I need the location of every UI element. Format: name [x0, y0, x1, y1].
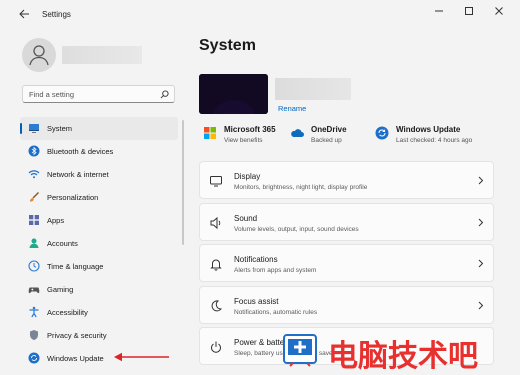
card-subtitle: Monitors, brightness, night light, displ… — [234, 184, 368, 191]
sidebar-item-system[interactable]: System — [20, 117, 178, 140]
sidebar-nav: System Bluetooth & devices Network & int… — [20, 117, 178, 370]
onedrive-cloud-icon — [290, 126, 304, 140]
sidebar-item-time-language[interactable]: Time & language — [20, 255, 178, 278]
sidebar-item-label: Network & internet — [47, 170, 109, 179]
monitor-icon — [28, 122, 40, 134]
status-microsoft-365[interactable]: Microsoft 365 View benefits — [203, 124, 283, 150]
status-windows-update[interactable]: Windows Update Last checked: 4 hours ago — [375, 124, 493, 150]
microsoft-365-icon — [203, 126, 217, 140]
card-focus-assist[interactable]: Focus assist Notifications, automatic ru… — [199, 285, 494, 324]
status-subtitle: View benefits — [224, 137, 263, 144]
sidebar-item-label: Apps — [47, 216, 65, 225]
shield-icon — [28, 329, 40, 341]
sidebar-item-privacy-security[interactable]: Privacy & security — [20, 324, 178, 347]
sidebar-item-label: System — [47, 124, 73, 133]
chevron-right-icon — [478, 259, 484, 268]
sidebar-item-personalization[interactable]: Personalization — [20, 186, 178, 209]
bloom-wallpaper-icon — [199, 74, 268, 114]
bell-icon — [209, 257, 223, 271]
close-button[interactable] — [486, 6, 512, 22]
settings-window: Settings Find a setting System Bluetooth… — [0, 0, 520, 375]
card-title: Focus assist — [234, 296, 279, 306]
display-icon — [209, 174, 223, 188]
card-subtitle: Notifications, automatic rules — [234, 308, 318, 316]
search-placeholder: Find a setting — [29, 90, 75, 99]
moon-icon — [209, 299, 223, 313]
watermark-text: 电脑技术吧 — [328, 339, 478, 374]
sidebar-item-bluetooth[interactable]: Bluetooth & devices — [20, 140, 178, 163]
card-title: Sound — [234, 213, 258, 223]
card-subtitle: Volume levels, output, input, sound devi… — [234, 225, 359, 233]
gamepad-icon — [28, 283, 40, 295]
back-arrow-icon[interactable] — [18, 8, 34, 22]
status-title: Windows Update — [396, 125, 461, 134]
windows-update-icon — [375, 126, 389, 140]
card-notifications[interactable]: Notifications Alerts from apps and syste… — [199, 244, 494, 282]
app-title: Settings — [42, 10, 71, 19]
user-name-redacted — [62, 46, 142, 64]
card-title: Display — [234, 172, 261, 181]
sidebar-item-label: Personalization — [47, 193, 99, 202]
sidebar-item-label: Accessibility — [47, 308, 88, 317]
card-subtitle: Alerts from apps and system — [234, 267, 317, 274]
sidebar-item-label: Bluetooth & devices — [47, 147, 114, 156]
sidebar-item-accounts[interactable]: Accounts — [20, 232, 178, 255]
sidebar-item-label: Windows Update — [47, 354, 104, 363]
status-title: OneDrive — [311, 125, 347, 134]
speaker-icon — [209, 216, 223, 230]
chevron-right-icon — [478, 218, 484, 227]
title-bar: Settings — [0, 0, 520, 30]
close-icon — [495, 7, 503, 15]
status-onedrive[interactable]: OneDrive Backed up — [290, 124, 360, 150]
maximize-button[interactable] — [456, 6, 482, 22]
sidebar-item-apps[interactable]: Apps — [20, 209, 178, 232]
selection-indicator — [20, 123, 22, 134]
apps-icon — [28, 214, 40, 226]
bluetooth-icon — [28, 145, 40, 157]
chevron-right-icon — [478, 176, 484, 185]
user-avatar[interactable] — [22, 38, 56, 72]
minimize-icon — [435, 10, 443, 12]
update-icon — [28, 352, 40, 364]
brush-icon — [28, 191, 40, 203]
device-name-redacted — [275, 78, 351, 100]
sidebar-item-label: Gaming — [47, 285, 74, 294]
sidebar-item-label: Accounts — [47, 239, 78, 248]
rename-link[interactable]: Rename — [278, 104, 306, 113]
wifi-icon — [28, 168, 40, 180]
card-display[interactable]: Display Monitors, brightness, night ligh… — [199, 161, 494, 199]
accessibility-icon — [28, 306, 40, 318]
annotation-arrow-icon — [114, 352, 169, 362]
sidebar-item-gaming[interactable]: Gaming — [20, 278, 178, 301]
sidebar-item-network[interactable]: Network & internet — [20, 163, 178, 186]
search-icon — [160, 90, 169, 99]
maximize-icon — [465, 7, 473, 15]
watermark-logo-icon — [283, 334, 317, 367]
search-input[interactable]: Find a setting — [22, 85, 175, 103]
globe-clock-icon — [28, 260, 40, 272]
sidebar-scrollbar[interactable] — [182, 120, 184, 245]
power-icon — [209, 340, 223, 354]
sidebar-item-label: Privacy & security — [47, 331, 107, 340]
person-icon — [29, 45, 49, 66]
chevron-right-icon — [478, 301, 484, 310]
person-icon — [28, 237, 40, 249]
status-subtitle: Backed up — [311, 137, 342, 144]
status-subtitle: Last checked: 4 hours ago — [396, 137, 473, 144]
sidebar-item-label: Time & language — [47, 262, 104, 271]
sidebar-item-accessibility[interactable]: Accessibility — [20, 301, 178, 324]
watermark: 电脑技术吧 — [276, 320, 520, 375]
wallpaper-thumbnail[interactable] — [199, 74, 268, 114]
page-title: System — [199, 37, 256, 54]
card-title: Notifications — [234, 255, 278, 264]
card-sound[interactable]: Sound Volume levels, output, input, soun… — [199, 202, 494, 241]
status-title: Microsoft 365 — [224, 125, 276, 134]
minimize-button[interactable] — [426, 6, 452, 22]
